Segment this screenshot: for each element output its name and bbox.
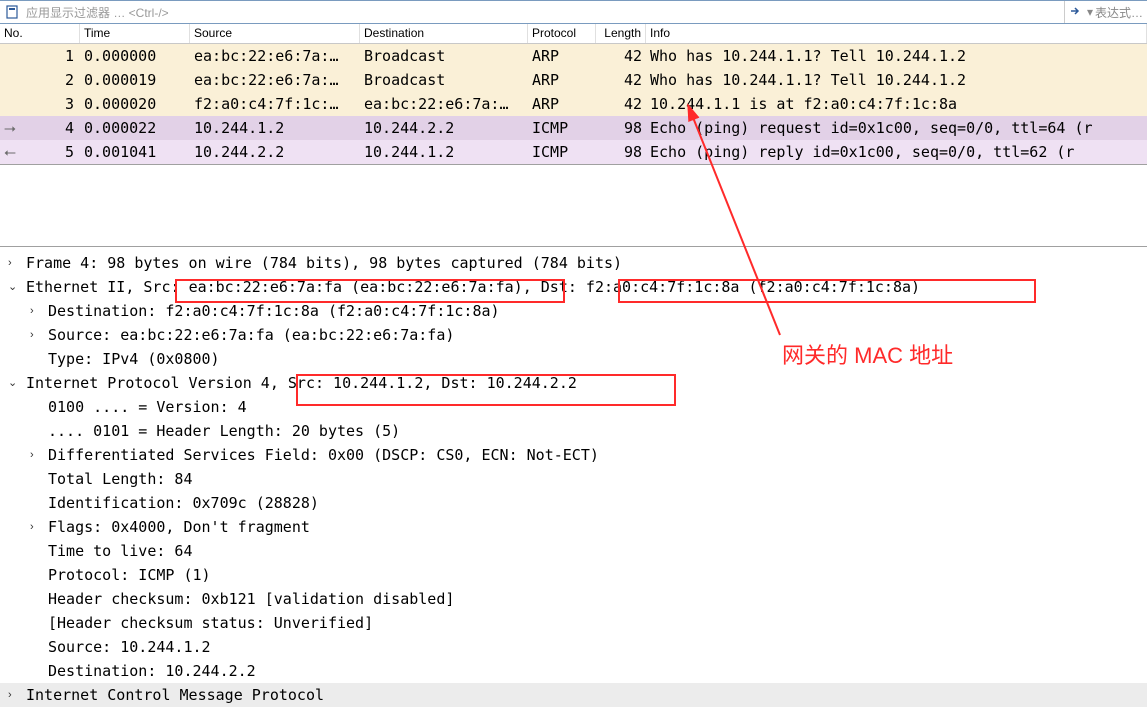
- pane-splitter[interactable]: [0, 165, 1147, 247]
- frame-line[interactable]: ›Frame 4: 98 bytes on wire (784 bits), 9…: [0, 251, 1147, 275]
- ip-src[interactable]: Source: 10.244.1.2: [22, 635, 1147, 659]
- ip-dsf[interactable]: ›Differentiated Services Field: 0x00 (DS…: [22, 443, 1147, 467]
- col-len[interactable]: Length: [596, 24, 646, 43]
- packet-list[interactable]: 10.000000ea:bc:22:e6:7a:…BroadcastARP42W…: [0, 44, 1147, 165]
- col-info[interactable]: Info: [646, 24, 1147, 43]
- packet-list-header: No. Time Source Destination Protocol Len…: [0, 24, 1147, 44]
- ethernet-line[interactable]: ⌄Ethernet II, Src: ea:bc:22:e6:7a:fa (ea…: [0, 275, 1147, 299]
- ip-ttl[interactable]: Time to live: 64: [22, 539, 1147, 563]
- ip-hlen[interactable]: .... 0101 = Header Length: 20 bytes (5): [22, 419, 1147, 443]
- col-src[interactable]: Source: [190, 24, 360, 43]
- ip-line[interactable]: ⌄Internet Protocol Version 4, Src: 10.24…: [0, 371, 1147, 395]
- ip-tlen[interactable]: Total Length: 84: [22, 467, 1147, 491]
- col-dst[interactable]: Destination: [360, 24, 528, 43]
- ip-flags[interactable]: ›Flags: 0x4000, Don't fragment: [22, 515, 1147, 539]
- packet-details[interactable]: ›Frame 4: 98 bytes on wire (784 bits), 9…: [0, 247, 1147, 707]
- ip-dst[interactable]: Destination: 10.244.2.2: [22, 659, 1147, 683]
- ip-id[interactable]: Identification: 0x709c (28828): [22, 491, 1147, 515]
- ip-proto[interactable]: Protocol: ICMP (1): [22, 563, 1147, 587]
- expression-arrow-icon[interactable]: [1069, 4, 1083, 21]
- packet-row[interactable]: ⭠50.00104110.244.2.210.244.1.2ICMP98Echo…: [0, 140, 1147, 164]
- packet-row[interactable]: 30.000020f2:a0:c4:7f:1c:…ea:bc:22:e6:7a:…: [0, 92, 1147, 116]
- eth-type-line[interactable]: Type: IPv4 (0x0800): [22, 347, 1147, 371]
- eth-src-line[interactable]: ›Source: ea:bc:22:e6:7a:fa (ea:bc:22:e6:…: [22, 323, 1147, 347]
- packet-row[interactable]: 20.000019ea:bc:22:e6:7a:…BroadcastARP42W…: [0, 68, 1147, 92]
- bookmark-icon[interactable]: [4, 4, 20, 20]
- col-time[interactable]: Time: [80, 24, 190, 43]
- display-filter-bar[interactable]: 应用显示过滤器 … <Ctrl-/> ▾ 表达式…: [0, 0, 1147, 24]
- col-no[interactable]: No.: [0, 24, 80, 43]
- col-proto[interactable]: Protocol: [528, 24, 596, 43]
- ip-hchk[interactable]: Header checksum: 0xb121 [validation disa…: [22, 587, 1147, 611]
- ip-ver[interactable]: 0100 .... = Version: 4: [22, 395, 1147, 419]
- expression-button[interactable]: ▾ 表达式…: [1087, 4, 1143, 21]
- filter-placeholder[interactable]: 应用显示过滤器 … <Ctrl-/>: [24, 4, 1064, 21]
- ip-hchks[interactable]: [Header checksum status: Unverified]: [22, 611, 1147, 635]
- packet-row[interactable]: ⭢40.00002210.244.1.210.244.2.2ICMP98Echo…: [0, 116, 1147, 140]
- eth-dest-line[interactable]: ›Destination: f2:a0:c4:7f:1c:8a (f2:a0:c…: [22, 299, 1147, 323]
- icmp-line[interactable]: ›Internet Control Message Protocol: [0, 683, 1147, 707]
- packet-row[interactable]: 10.000000ea:bc:22:e6:7a:…BroadcastARP42W…: [0, 44, 1147, 68]
